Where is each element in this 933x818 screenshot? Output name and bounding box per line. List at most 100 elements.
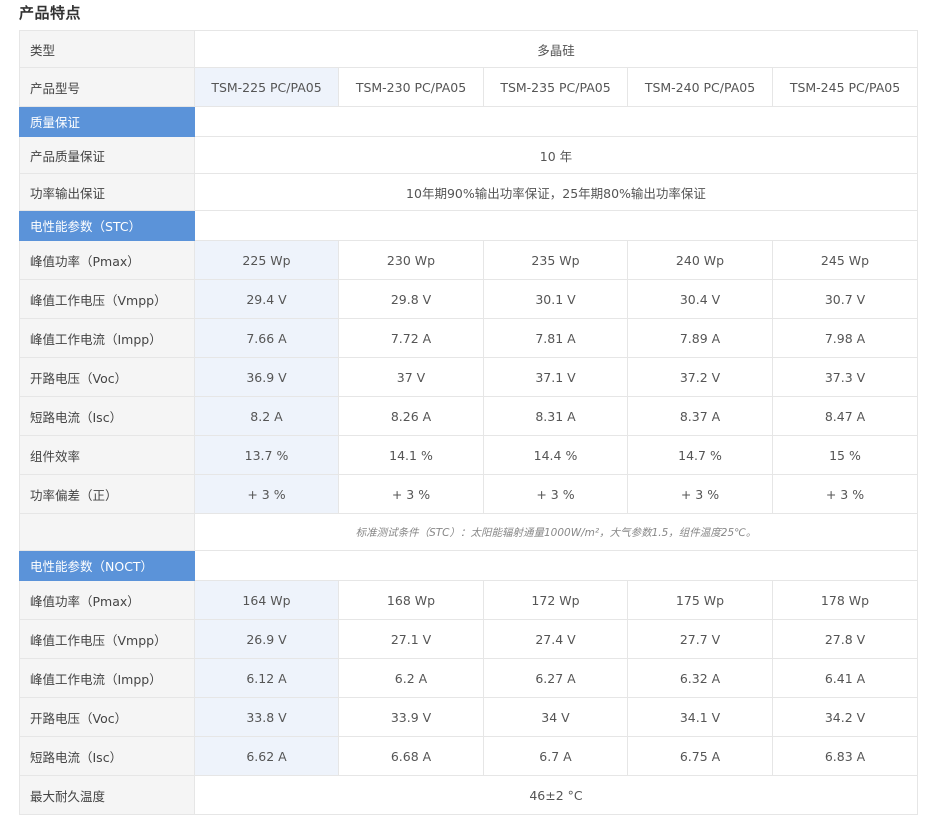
value-cell: 34 V <box>483 697 628 737</box>
value-cell: 168 Wp <box>338 580 484 620</box>
value-cell: 27.7 V <box>627 619 773 659</box>
section-spacer <box>194 550 918 581</box>
value-cell: 8.26 A <box>338 396 484 436</box>
value-cell: 6.32 A <box>627 658 773 698</box>
value-cell: 34.1 V <box>627 697 773 737</box>
value-cell: 6.68 A <box>338 736 484 776</box>
row-label: 类型 <box>19 30 195 68</box>
row-label: 开路电压（Voc） <box>19 697 195 737</box>
value-cell: 14.4 % <box>483 435 628 475</box>
model-cell: TSM-245 PC/PA05 <box>772 67 918 107</box>
value-cell: 15 % <box>772 435 918 475</box>
section-header-stc: 电性能参数（STC） <box>19 210 195 241</box>
row-label: 峰值功率（Pmax） <box>19 580 195 620</box>
value-cell: 34.2 V <box>772 697 918 737</box>
value-cell: 175 Wp <box>627 580 773 620</box>
section-spacer <box>194 106 918 137</box>
section-row: 质量保证 <box>19 106 918 137</box>
table-row: 峰值功率（Pmax） 225 Wp 230 Wp 235 Wp 240 Wp 2… <box>19 240 918 280</box>
value-cell: 13.7 % <box>194 435 339 475</box>
row-label: 产品型号 <box>19 67 195 107</box>
value-cell: + 3 % <box>627 474 773 514</box>
value-cell: 33.8 V <box>194 697 339 737</box>
value-cell: 240 Wp <box>627 240 773 280</box>
value-cell: 26.9 V <box>194 619 339 659</box>
table-row: 开路电压（Voc） 33.8 V 33.9 V 34 V 34.1 V 34.2… <box>19 697 918 737</box>
page-title: 产品特点 <box>19 4 82 22</box>
table-row: 短路电流（Isc） 6.62 A 6.68 A 6.7 A 6.75 A 6.8… <box>19 736 918 776</box>
model-cell: TSM-240 PC/PA05 <box>627 67 773 107</box>
table-row: 功率偏差（正） + 3 % + 3 % + 3 % + 3 % + 3 % <box>19 474 918 514</box>
value-cell: 7.72 A <box>338 318 484 358</box>
row-label: 功率偏差（正） <box>19 474 195 514</box>
value-cell: 6.2 A <box>338 658 484 698</box>
table-row: 峰值工作电压（Vmpp） 26.9 V 27.1 V 27.4 V 27.7 V… <box>19 619 918 659</box>
value-cell: 27.1 V <box>338 619 484 659</box>
note-row: 标准测试条件（STC）：太阳能辐射通量1000W/m²，大气参数1.5，组件温度… <box>19 513 918 551</box>
model-cell: TSM-225 PC/PA05 <box>194 67 339 107</box>
table-row: 最大耐久温度 46±2 °C <box>19 775 918 815</box>
value-cell: 37.3 V <box>772 357 918 397</box>
row-label: 开路电压（Voc） <box>19 357 195 397</box>
value-cell: 30.4 V <box>627 279 773 319</box>
value-cell: 6.83 A <box>772 736 918 776</box>
row-label: 峰值工作电流（Impp） <box>19 318 195 358</box>
value-cell: 37.1 V <box>483 357 628 397</box>
row-label: 组件效率 <box>19 435 195 475</box>
stc-note: 标准测试条件（STC）：太阳能辐射通量1000W/m²，大气参数1.5，组件温度… <box>194 513 918 551</box>
table-row: 产品质量保证 10 年 <box>19 136 918 174</box>
row-label: 峰值工作电压（Vmpp） <box>19 619 195 659</box>
value-cell: + 3 % <box>194 474 339 514</box>
note-label-empty <box>19 513 195 551</box>
section-row: 电性能参数（STC） <box>19 210 918 241</box>
value-cell: + 3 % <box>772 474 918 514</box>
value-cell: 37 V <box>338 357 484 397</box>
row-label: 峰值工作电流（Impp） <box>19 658 195 698</box>
value-cell: 27.8 V <box>772 619 918 659</box>
value-cell: 36.9 V <box>194 357 339 397</box>
value-cell: 29.8 V <box>338 279 484 319</box>
row-label: 短路电流（Isc） <box>19 396 195 436</box>
section-spacer <box>194 210 918 241</box>
value-cell: 8.2 A <box>194 396 339 436</box>
spec-table: 类型 多晶硅 产品型号 TSM-225 PC/PA05 TSM-230 PC/P… <box>19 30 918 815</box>
section-header-warranty: 质量保证 <box>19 106 195 137</box>
table-row: 功率输出保证 10年期90%输出功率保证，25年期80%输出功率保证 <box>19 173 918 211</box>
value-cell: 7.98 A <box>772 318 918 358</box>
value-cell: 225 Wp <box>194 240 339 280</box>
value-cell: 6.7 A <box>483 736 628 776</box>
value-cell: 8.47 A <box>772 396 918 436</box>
row-label: 最大耐久温度 <box>19 775 195 815</box>
row-label: 产品质量保证 <box>19 136 195 174</box>
table-row: 峰值功率（Pmax） 164 Wp 168 Wp 172 Wp 175 Wp 1… <box>19 580 918 620</box>
value-cell: 37.2 V <box>627 357 773 397</box>
value-cell: 172 Wp <box>483 580 628 620</box>
value-cell: 33.9 V <box>338 697 484 737</box>
value-cell: 8.37 A <box>627 396 773 436</box>
type-row: 类型 多晶硅 <box>19 30 918 68</box>
row-label: 短路电流（Isc） <box>19 736 195 776</box>
model-row: 产品型号 TSM-225 PC/PA05 TSM-230 PC/PA05 TSM… <box>19 67 918 107</box>
value-cell: + 3 % <box>338 474 484 514</box>
value-cell: 30.1 V <box>483 279 628 319</box>
value-cell: 8.31 A <box>483 396 628 436</box>
model-cell: TSM-230 PC/PA05 <box>338 67 484 107</box>
value-cell: 30.7 V <box>772 279 918 319</box>
value-cell: 6.27 A <box>483 658 628 698</box>
table-row: 峰值工作电流（Impp） 7.66 A 7.72 A 7.81 A 7.89 A… <box>19 318 918 358</box>
value-cell: 178 Wp <box>772 580 918 620</box>
table-row: 峰值工作电压（Vmpp） 29.4 V 29.8 V 30.1 V 30.4 V… <box>19 279 918 319</box>
value-cell: 6.62 A <box>194 736 339 776</box>
value-cell: 6.75 A <box>627 736 773 776</box>
value-cell: 230 Wp <box>338 240 484 280</box>
section-row: 电性能参数（NOCT） <box>19 550 918 581</box>
table-row: 组件效率 13.7 % 14.1 % 14.4 % 14.7 % 15 % <box>19 435 918 475</box>
value-cell: 6.41 A <box>772 658 918 698</box>
value-cell: 235 Wp <box>483 240 628 280</box>
type-value: 多晶硅 <box>194 30 918 68</box>
value-cell: + 3 % <box>483 474 628 514</box>
row-value: 10 年 <box>194 136 918 174</box>
value-cell: 7.89 A <box>627 318 773 358</box>
value-cell: 7.66 A <box>194 318 339 358</box>
row-label: 峰值功率（Pmax） <box>19 240 195 280</box>
